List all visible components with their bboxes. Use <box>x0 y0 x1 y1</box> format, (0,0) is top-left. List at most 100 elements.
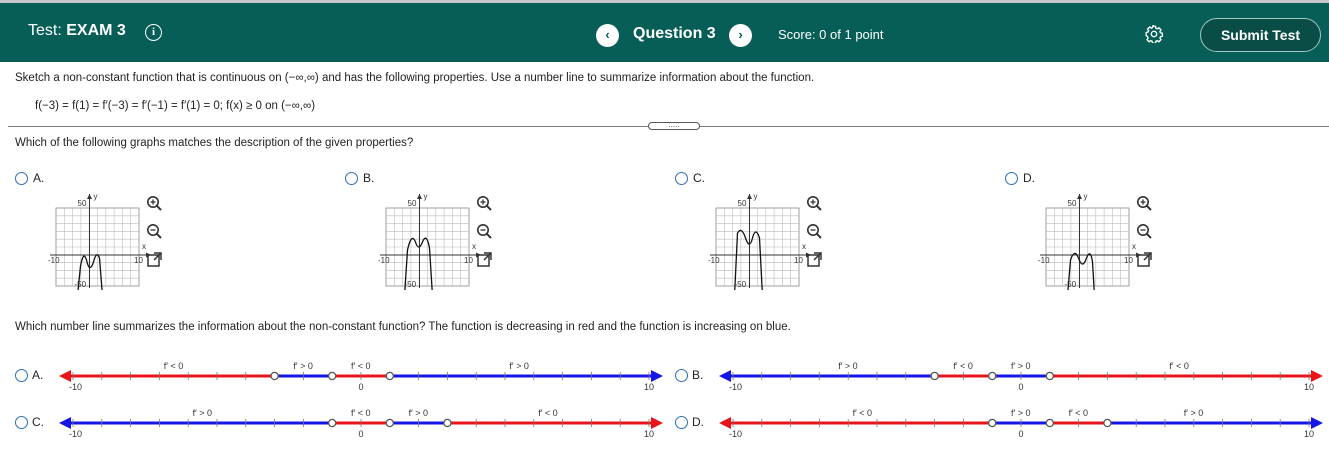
graph-thumbnail[interactable]: 50 -50 -10 10 x y <box>691 190 821 290</box>
zoom-in-icon[interactable] <box>1135 194 1153 212</box>
critical-point-marker <box>1103 418 1112 428</box>
graph-option-radio[interactable] <box>345 172 358 185</box>
derivative-sign-label: f′ < 0 <box>351 361 370 371</box>
derivative-sign-label: f′ < 0 <box>853 408 872 418</box>
numberline-option-letter: C. <box>32 415 44 429</box>
critical-point-marker <box>930 371 939 381</box>
numberline-zero-label: 0 <box>359 382 364 392</box>
test-name: EXAM 3 <box>66 22 126 39</box>
numberline-left-label: -10 <box>729 429 742 439</box>
numberline-option-radio[interactable] <box>675 369 688 382</box>
number-line: f′ > 0 f′ < 0 f′ > 0 f′ < 0 -10 0 10 <box>719 361 1323 392</box>
number-line: f′ > 0 f′ < 0 f′ > 0 f′ < 0 -10 0 10 <box>59 408 663 439</box>
numberline-option-letter: A. <box>32 368 44 382</box>
graph-thumbnail[interactable]: 50 -50 -10 10 x y <box>1021 190 1151 290</box>
question-label: Question 3 <box>633 25 716 42</box>
score-text: Score: 0 of 1 point <box>778 27 884 42</box>
graph-option-letter: D. <box>1023 171 1035 185</box>
numberline-option-radio[interactable] <box>675 416 688 429</box>
x-axis-name: x <box>142 242 146 251</box>
y-axis-name: y <box>1084 192 1088 201</box>
graph-option-radio[interactable] <box>675 172 688 185</box>
numberline-zero-label: 0 <box>359 429 364 439</box>
zoom-out-icon[interactable] <box>145 222 163 240</box>
numberline-right-label: 10 <box>1304 382 1314 392</box>
derivative-sign-label: f′ < 0 <box>351 408 370 418</box>
expand-icon[interactable] <box>805 251 823 269</box>
numberline-left-label: -10 <box>729 382 742 392</box>
zoom-out-icon[interactable] <box>1135 222 1153 240</box>
derivative-sign-label: f′ < 0 <box>1169 361 1188 371</box>
critical-point-marker <box>987 418 997 428</box>
numberline-left-arrow <box>719 417 731 429</box>
zoom-in-icon[interactable] <box>805 194 823 212</box>
critical-point-marker <box>327 418 337 428</box>
y-axis-name: y <box>94 192 98 201</box>
x-axis-left-label: -10 <box>1038 256 1050 265</box>
critical-point-marker <box>385 371 395 381</box>
graph-thumbnail[interactable]: 50 -50 -10 10 x y <box>361 190 491 290</box>
expand-icon[interactable] <box>145 251 163 269</box>
critical-point-marker <box>987 371 997 381</box>
critical-point-marker <box>327 371 337 381</box>
derivative-sign-label: f′ > 0 <box>409 408 428 418</box>
test-title: Test: EXAM 3 <box>28 22 126 40</box>
numberline-option-letter: D. <box>692 415 704 429</box>
numberline-left-arrow <box>719 370 731 382</box>
y-axis-name: y <box>754 192 758 201</box>
expand-icon[interactable] <box>475 251 493 269</box>
instructions-text: Sketch a non-constant function that is c… <box>15 72 815 84</box>
x-axis-left-label: -10 <box>708 256 720 265</box>
numberline-option-radio[interactable] <box>15 369 28 382</box>
graph-thumbnail[interactable]: 50 -50 -10 10 x y <box>31 190 161 290</box>
expand-icon[interactable] <box>1135 251 1153 269</box>
number-line: f′ < 0 f′ > 0 f′ < 0 f′ > 0 -10 0 10 <box>59 361 663 392</box>
y-axis-bottom-label: -50 <box>1065 280 1077 289</box>
numberline-right-arrow <box>651 417 663 429</box>
graph-option-radio[interactable] <box>1005 172 1018 185</box>
numberline-option-radio[interactable] <box>15 416 28 429</box>
y-axis-arrow <box>1077 194 1082 199</box>
zoom-out-icon[interactable] <box>805 222 823 240</box>
zoom-in-icon[interactable] <box>145 194 163 212</box>
graph-option-letter: C. <box>693 171 705 185</box>
y-axis-arrow <box>747 194 752 199</box>
x-axis-right-label: 10 <box>1124 256 1133 265</box>
y-axis-top-label: 50 <box>408 199 417 208</box>
x-axis-right-label: 10 <box>464 256 473 265</box>
critical-point-marker <box>270 371 279 381</box>
critical-point-marker <box>385 418 395 428</box>
number-line: f′ < 0 f′ > 0 f′ < 0 f′ > 0 -10 0 10 <box>719 408 1323 439</box>
critical-point-marker <box>1045 418 1055 428</box>
submit-test-button[interactable]: Submit Test <box>1200 18 1321 52</box>
zoom-out-icon[interactable] <box>475 222 493 240</box>
y-axis-arrow <box>417 194 422 199</box>
previous-question-button[interactable]: ‹ <box>596 24 619 47</box>
critical-point-marker <box>1045 371 1055 381</box>
numberline-left-arrow <box>59 370 71 382</box>
y-axis-top-label: 50 <box>1068 199 1077 208</box>
graph-option-letter: B. <box>363 171 375 185</box>
properties-text: f(−3) = f(1) = f′(−3) = f′(−1) = f′(1) =… <box>35 100 316 112</box>
numberline-right-label: 10 <box>1304 429 1314 439</box>
x-axis-right-label: 10 <box>134 256 143 265</box>
settings-gear-icon[interactable] <box>1145 25 1163 43</box>
zoom-in-icon[interactable] <box>475 194 493 212</box>
graph-option-radio[interactable] <box>15 172 28 185</box>
next-question-button[interactable]: › <box>729 24 752 47</box>
derivative-sign-label: f′ < 0 <box>953 361 972 371</box>
graph-option-letter: A. <box>33 171 45 185</box>
graph-question-prompt: Which of the following graphs matches th… <box>15 137 414 149</box>
top-bar: Test: EXAM 3 i ‹ Question 3 › Score: 0 o… <box>0 0 1329 62</box>
divider-handle[interactable]: ..... <box>648 121 700 130</box>
numberline-option-letter: B. <box>692 368 704 382</box>
numberline-right-arrow <box>1311 417 1323 429</box>
derivative-sign-label: f′ < 0 <box>538 408 557 418</box>
numberline-question-prompt: Which number line summarizes the informa… <box>15 321 791 333</box>
numberline-right-label: 10 <box>644 429 654 439</box>
derivative-sign-label: f′ > 0 <box>193 408 212 418</box>
info-icon[interactable]: i <box>145 24 162 41</box>
y-axis-arrow <box>87 194 92 199</box>
numberline-left-arrow <box>59 417 71 429</box>
derivative-sign-label: f′ > 0 <box>1011 361 1030 371</box>
